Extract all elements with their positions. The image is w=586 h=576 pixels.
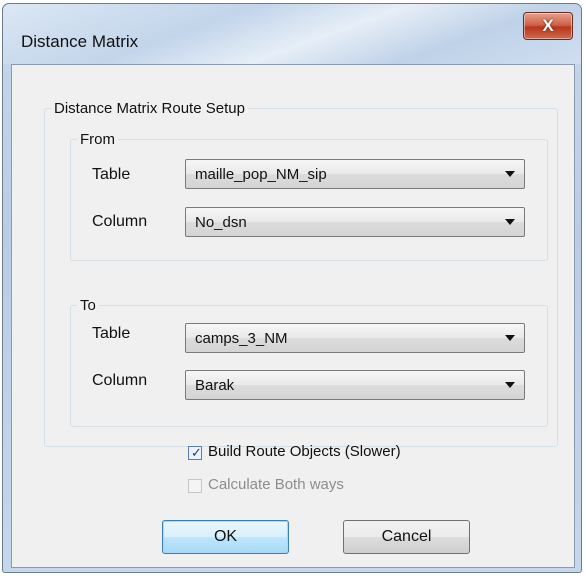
calculate-both-checkbox (188, 479, 202, 493)
to-column-label: Column (92, 372, 148, 389)
calculate-both-label: Calculate Both ways (208, 476, 344, 493)
close-icon: X (542, 16, 554, 35)
title-bar[interactable]: Distance Matrix X (3, 4, 581, 64)
route-setup-legend: Distance Matrix Route Setup (54, 100, 245, 117)
from-column-select[interactable]: No_dsn (185, 207, 525, 237)
chevron-down-icon (505, 382, 515, 388)
to-group: To (70, 297, 548, 427)
build-route-checkbox[interactable]: ✓ (188, 445, 202, 460)
from-column-value: No_dsn (195, 214, 247, 231)
checkmark-icon: ✓ (191, 445, 202, 460)
chevron-down-icon (505, 171, 515, 177)
to-legend: To (80, 297, 96, 314)
to-table-label: Table (92, 325, 131, 342)
close-button[interactable]: X (523, 12, 573, 40)
from-table-value: maille_pop_NM_sip (195, 166, 327, 183)
cancel-button[interactable]: Cancel (343, 520, 470, 554)
build-route-label[interactable]: Build Route Objects (Slower) (208, 443, 401, 460)
from-column-label: Column (92, 213, 148, 230)
to-table-select[interactable]: camps_3_NM (185, 323, 525, 353)
from-table-label: Table (92, 166, 131, 183)
to-column-value: Barak (195, 377, 235, 394)
to-column-select[interactable]: Barak (185, 370, 525, 400)
from-legend: From (80, 131, 115, 148)
ok-button[interactable]: OK (162, 520, 289, 554)
chevron-down-icon (505, 335, 515, 341)
to-table-value: camps_3_NM (195, 330, 288, 347)
dialog-body: Distance Matrix Route Setup From Table m… (11, 64, 575, 568)
from-table-select[interactable]: maille_pop_NM_sip (185, 159, 525, 189)
distance-matrix-dialog: Distance Matrix X Distance Matrix Route … (2, 3, 582, 573)
dialog-title: Distance Matrix (21, 32, 139, 51)
from-group: From (70, 131, 548, 261)
chevron-down-icon (505, 219, 515, 225)
